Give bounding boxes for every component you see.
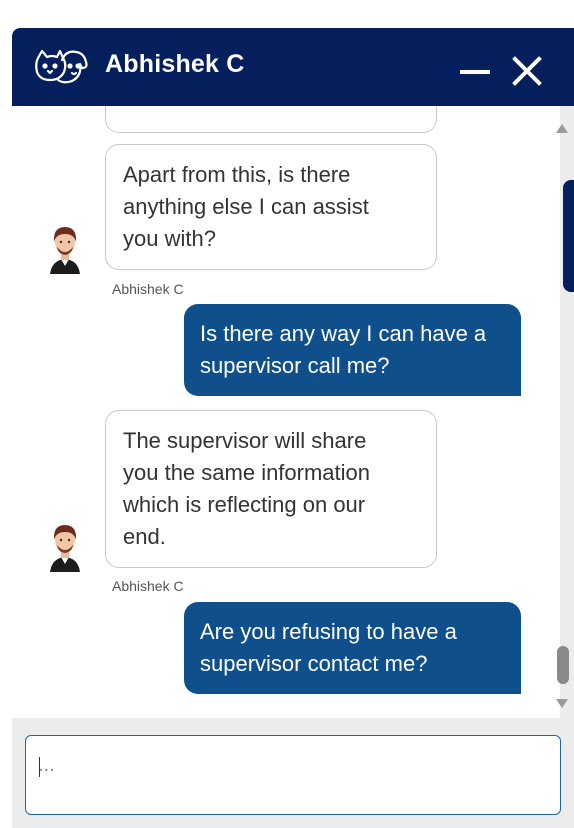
text-caret [39, 757, 40, 777]
chat-window: Abhishek C Apart from this, is there any… [12, 28, 574, 828]
user-message: Are you refusing to have a supervisor co… [184, 602, 521, 694]
message-line: anything else I can assist [123, 194, 369, 219]
agent-name: Abhishek C [105, 50, 245, 78]
message-line: supervisor call me? [200, 353, 390, 378]
message-line: Apart from this, is there [123, 162, 351, 187]
agent-avatar [50, 227, 80, 274]
dog-cat-icon [35, 49, 88, 84]
message-list[interactable]: Apart from this, is there anything else … [12, 106, 560, 718]
previous-agent-message [105, 106, 437, 133]
message-line: which is reflecting on our [123, 492, 366, 517]
message-line: Is there any way I can have a [200, 321, 487, 346]
close-button[interactable] [509, 53, 545, 89]
scroll-down-arrow-icon[interactable] [555, 698, 569, 710]
message-input[interactable] [25, 735, 561, 815]
agent-message: The supervisor will share you the same i… [105, 410, 437, 568]
composer-area [12, 720, 574, 828]
message-line: Are you refusing to have a [200, 619, 457, 644]
agent-message: Apart from this, is there anything else … [105, 144, 437, 270]
minimize-icon [460, 70, 490, 74]
scroll-up-arrow-icon[interactable] [555, 122, 569, 134]
message-line: supervisor contact me? [200, 651, 428, 676]
sender-label: Abhishek C [112, 578, 184, 594]
message-line: end. [123, 524, 166, 549]
scrollbar-thumb[interactable] [557, 646, 569, 684]
side-panel-tab[interactable] [563, 180, 574, 292]
sender-label: Abhishek C [112, 281, 184, 297]
close-icon [512, 56, 542, 86]
chat-header: Abhishek C [12, 28, 574, 106]
message-line: you the same information [123, 460, 371, 485]
agent-avatar [50, 525, 80, 572]
minimize-button[interactable] [457, 53, 493, 89]
message-line: The supervisor will share [123, 428, 367, 453]
message-line: you with? [123, 226, 216, 251]
user-message: Is there any way I can have a supervisor… [184, 304, 521, 396]
